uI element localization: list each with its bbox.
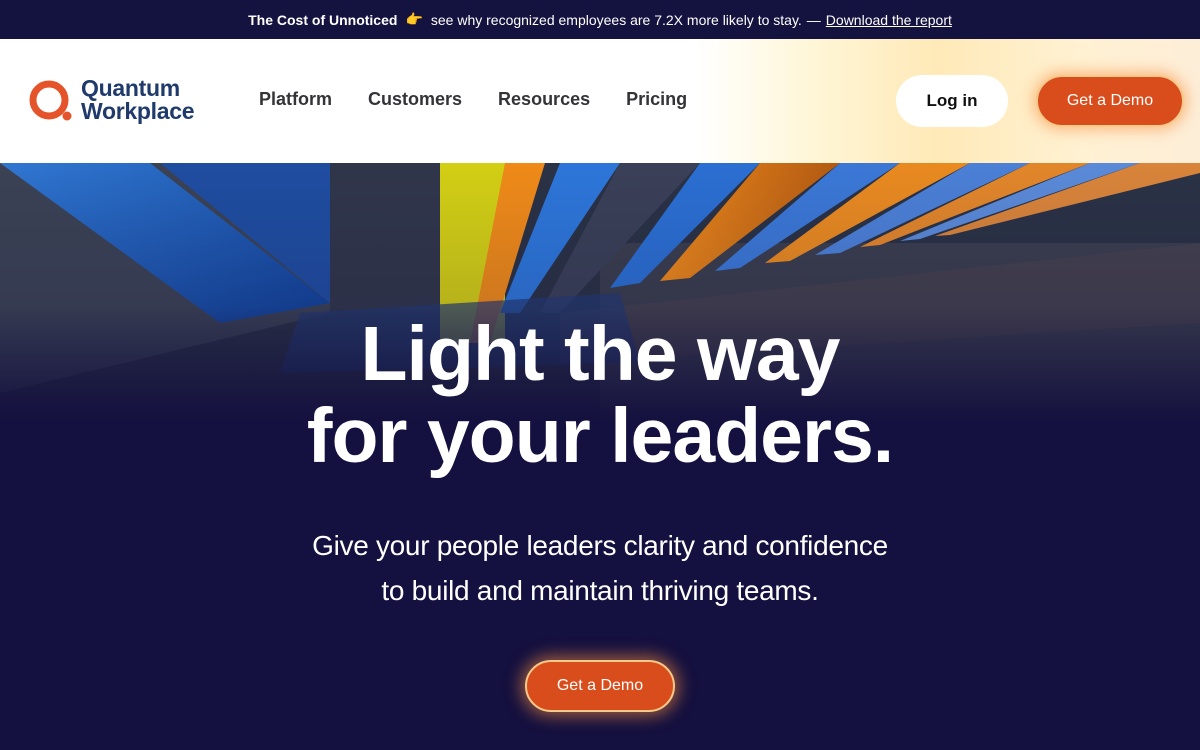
hero-subtitle: Give your people leaders clarity and con…: [0, 523, 1200, 613]
hero-section: Light the way for your leaders. Give you…: [0, 163, 1200, 750]
hero-title-line-1: Light the way: [360, 311, 841, 397]
main-nav: Platform Customers Resources Pricing: [259, 89, 687, 110]
nav-resources[interactable]: Resources: [498, 89, 590, 110]
logo-wordmark: Quantum Workplace: [81, 75, 195, 124]
nav-pricing[interactable]: Pricing: [626, 89, 687, 110]
hero-title-line-2: for your leaders.: [306, 393, 894, 479]
nav-customers[interactable]: Customers: [368, 89, 462, 110]
download-report-link[interactable]: Download the report: [826, 12, 952, 28]
quantum-q-logo-icon: [27, 76, 75, 124]
logo-line-1: Quantum: [81, 75, 180, 101]
announcement-text: see why recognized employees are 7.2X mo…: [430, 11, 802, 28]
pointing-hand-icon: 👉: [405, 11, 423, 27]
nav-platform[interactable]: Platform: [259, 89, 332, 110]
get-demo-button-hero[interactable]: Get a Demo: [525, 660, 675, 712]
announcement-dash: —: [806, 11, 821, 28]
logo[interactable]: Quantum Workplace: [27, 75, 195, 124]
hero-title: Light the way for your leaders.: [0, 313, 1200, 477]
login-button[interactable]: Log in: [896, 75, 1008, 127]
logo-line-2: Workplace: [81, 98, 195, 124]
announcement-bar: The Cost of Unnoticed 👉 see why recogniz…: [0, 0, 1200, 39]
announcement-title: The Cost of Unnoticed: [248, 11, 398, 28]
site-header: Quantum Workplace Platform Customers Res…: [0, 39, 1200, 163]
get-demo-button-header[interactable]: Get a Demo: [1036, 75, 1184, 127]
hero-subtitle-line-2: to build and maintain thriving teams.: [381, 575, 819, 606]
hero-subtitle-line-1: Give your people leaders clarity and con…: [312, 530, 888, 561]
